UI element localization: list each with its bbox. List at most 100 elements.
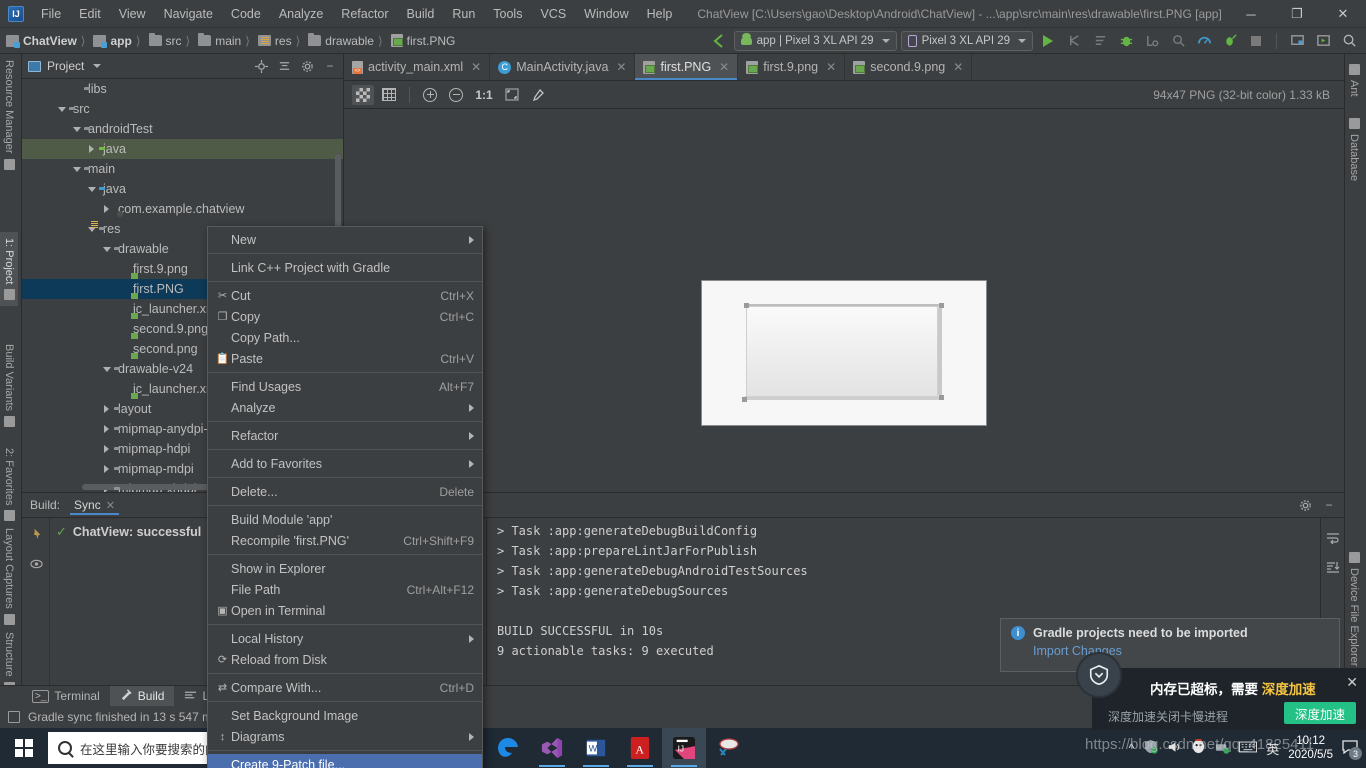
tab-close-icon[interactable]: ✕: [106, 499, 115, 512]
tree-item[interactable]: com.example.chatview: [22, 199, 343, 219]
sidebar-item-resource-manager[interactable]: Resource Manager: [0, 54, 18, 176]
image-preview-canvas[interactable]: [344, 109, 1344, 490]
run-configuration-selector[interactable]: app | Pixel 3 XL API 29: [733, 30, 897, 51]
tree-twisty[interactable]: [86, 145, 97, 153]
sidebar-item-ant[interactable]: Ant: [1345, 58, 1363, 103]
apply-changes-icon[interactable]: [1063, 31, 1085, 51]
tree-twisty[interactable]: [101, 405, 112, 413]
breadcrumb-chatview[interactable]: ChatView: [0, 34, 79, 48]
menu-edit[interactable]: Edit: [70, 3, 110, 25]
menu-item-open-in-terminal[interactable]: ▣ Open in Terminal: [208, 600, 482, 621]
search-everywhere-icon[interactable]: [1338, 31, 1360, 51]
tab-close-icon[interactable]: ✕: [826, 60, 836, 74]
tab-close-icon[interactable]: ✕: [953, 60, 963, 74]
checkerboard-toggle-button[interactable]: [352, 84, 374, 105]
menu-navigate[interactable]: Navigate: [155, 3, 222, 25]
breadcrumb-main[interactable]: main: [192, 33, 243, 48]
menu-item-add-to-favorites[interactable]: Add to Favorites: [208, 453, 482, 474]
soft-wrap-icon[interactable]: [1326, 532, 1340, 547]
menu-item-reload-from-disk[interactable]: ⟳ Reload from Disk: [208, 649, 482, 670]
menu-analyze[interactable]: Analyze: [270, 3, 332, 25]
tree-twisty[interactable]: [56, 106, 67, 112]
maximize-button[interactable]: ❐: [1274, 0, 1320, 28]
menu-item-show-in-explorer[interactable]: Show in Explorer: [208, 558, 482, 579]
back-arrow-icon[interactable]: [708, 31, 730, 51]
menu-item-set-background-image[interactable]: Set Background Image: [208, 705, 482, 726]
device-selector[interactable]: Pixel 3 XL API 29: [900, 30, 1033, 51]
tree-twisty[interactable]: [101, 445, 112, 453]
menu-item-cut[interactable]: ✂ Cut Ctrl+X: [208, 285, 482, 306]
zoom-out-button[interactable]: [445, 85, 467, 105]
tab-first-png[interactable]: first.PNG ✕: [635, 54, 739, 80]
bottom-tab-build[interactable]: Build: [109, 685, 175, 707]
chevron-down-icon[interactable]: [93, 64, 102, 68]
breadcrumb-drawable[interactable]: drawable: [302, 33, 376, 48]
sidebar-item-device-file-explorer[interactable]: Device File Explorer: [1345, 546, 1363, 672]
attach-process-icon[interactable]: [1167, 31, 1189, 51]
menu-item-create-9-patch-file[interactable]: Create 9-Patch file...: [208, 754, 482, 768]
avd-manager-icon[interactable]: [1312, 31, 1334, 51]
menu-vcs[interactable]: VCS: [531, 3, 575, 25]
status-toggle-icon[interactable]: [8, 711, 20, 723]
build-sync-tab[interactable]: Sync ✕: [70, 495, 119, 515]
start-button[interactable]: [0, 728, 48, 768]
menu-refactor[interactable]: Refactor: [332, 3, 397, 25]
tree-item[interactable]: main: [22, 159, 343, 179]
acrobat-taskbar-button[interactable]: A: [618, 728, 662, 768]
tree-twisty[interactable]: [101, 366, 112, 372]
stop-button[interactable]: [1245, 31, 1267, 51]
grid-toggle-button[interactable]: [378, 85, 400, 105]
tree-twisty[interactable]: [71, 166, 82, 172]
accelerator-popup[interactable]: 内存已超标，需要 深度加速 深度加速关闭卡慢进程 深度加速 ✕: [1076, 652, 1366, 730]
word-taskbar-button[interactable]: W: [574, 728, 618, 768]
actual-size-button[interactable]: 1:1: [471, 85, 497, 105]
tab-close-icon[interactable]: ✕: [719, 60, 729, 74]
bottom-tab-terminal[interactable]: >_ Terminal: [22, 686, 110, 707]
zoom-in-button[interactable]: [419, 85, 441, 105]
tab-mainactivity-java[interactable]: C MainActivity.java ✕: [490, 54, 636, 80]
menu-run[interactable]: Run: [443, 3, 484, 25]
menu-code[interactable]: Code: [222, 3, 270, 25]
menu-item-copy[interactable]: ❐ Copy Ctrl+C: [208, 306, 482, 327]
menu-build[interactable]: Build: [398, 3, 444, 25]
tree-twisty[interactable]: [101, 425, 112, 433]
menu-item-analyze[interactable]: Analyze: [208, 397, 482, 418]
import-changes-link[interactable]: Import Changes: [1033, 644, 1329, 658]
run-coverage-icon[interactable]: [1219, 31, 1241, 51]
menu-help[interactable]: Help: [638, 3, 682, 25]
breadcrumb-first-png[interactable]: first.PNG: [385, 34, 458, 48]
menu-view[interactable]: View: [110, 3, 155, 25]
sidebar-item-database[interactable]: Database: [1345, 112, 1363, 187]
tree-item[interactable]: src: [22, 99, 343, 119]
menu-item-new[interactable]: New: [208, 229, 482, 250]
tree-twisty[interactable]: [71, 126, 82, 132]
close-button[interactable]: ✕: [1320, 0, 1366, 28]
menu-item-copy-path[interactable]: Copy Path...: [208, 327, 482, 348]
scroll-from-source-icon[interactable]: [254, 59, 268, 73]
menu-item-link-c-project-with-gradle[interactable]: Link C++ Project with Gradle: [208, 257, 482, 278]
color-picker-button[interactable]: [527, 85, 549, 105]
profiler-icon[interactable]: [1193, 31, 1215, 51]
menu-item-recompile-first-png[interactable]: Recompile 'first.PNG' Ctrl+Shift+F9: [208, 530, 482, 551]
breadcrumb-res[interactable]: res: [252, 34, 294, 48]
sidebar-item-layout-captures[interactable]: Layout Captures: [0, 522, 18, 631]
menu-item-paste[interactable]: 📋 Paste Ctrl+V: [208, 348, 482, 369]
hide-panel-icon[interactable]: −: [1322, 498, 1336, 512]
tree-item[interactable]: libs: [22, 79, 343, 99]
menu-item-compare-with[interactable]: ⇄ Compare With... Ctrl+D: [208, 677, 482, 698]
menu-item-build-module-app[interactable]: Build Module 'app': [208, 509, 482, 530]
visual-studio-taskbar-button[interactable]: [530, 728, 574, 768]
menu-item-find-usages[interactable]: Find Usages Alt+F7: [208, 376, 482, 397]
context-menu[interactable]: New Link C++ Project with Gradle ✂ Cut Ctrl+…: [207, 226, 483, 768]
android-studio-taskbar-button[interactable]: IJ: [662, 728, 706, 768]
debug-button[interactable]: [1115, 31, 1137, 51]
menu-window[interactable]: Window: [575, 3, 637, 25]
hide-panel-icon[interactable]: −: [323, 59, 337, 73]
tree-item[interactable]: java: [22, 179, 343, 199]
attach-debugger-icon[interactable]: [1141, 31, 1163, 51]
breadcrumb-src[interactable]: src: [143, 33, 184, 48]
sidebar-item-build-variants[interactable]: Build Variants: [0, 338, 18, 433]
menu-item-file-path[interactable]: File Path Ctrl+Alt+F12: [208, 579, 482, 600]
sidebar-item-favorites[interactable]: 2: Favorites: [0, 442, 18, 527]
tab-second-9-png[interactable]: second.9.png ✕: [845, 54, 973, 80]
